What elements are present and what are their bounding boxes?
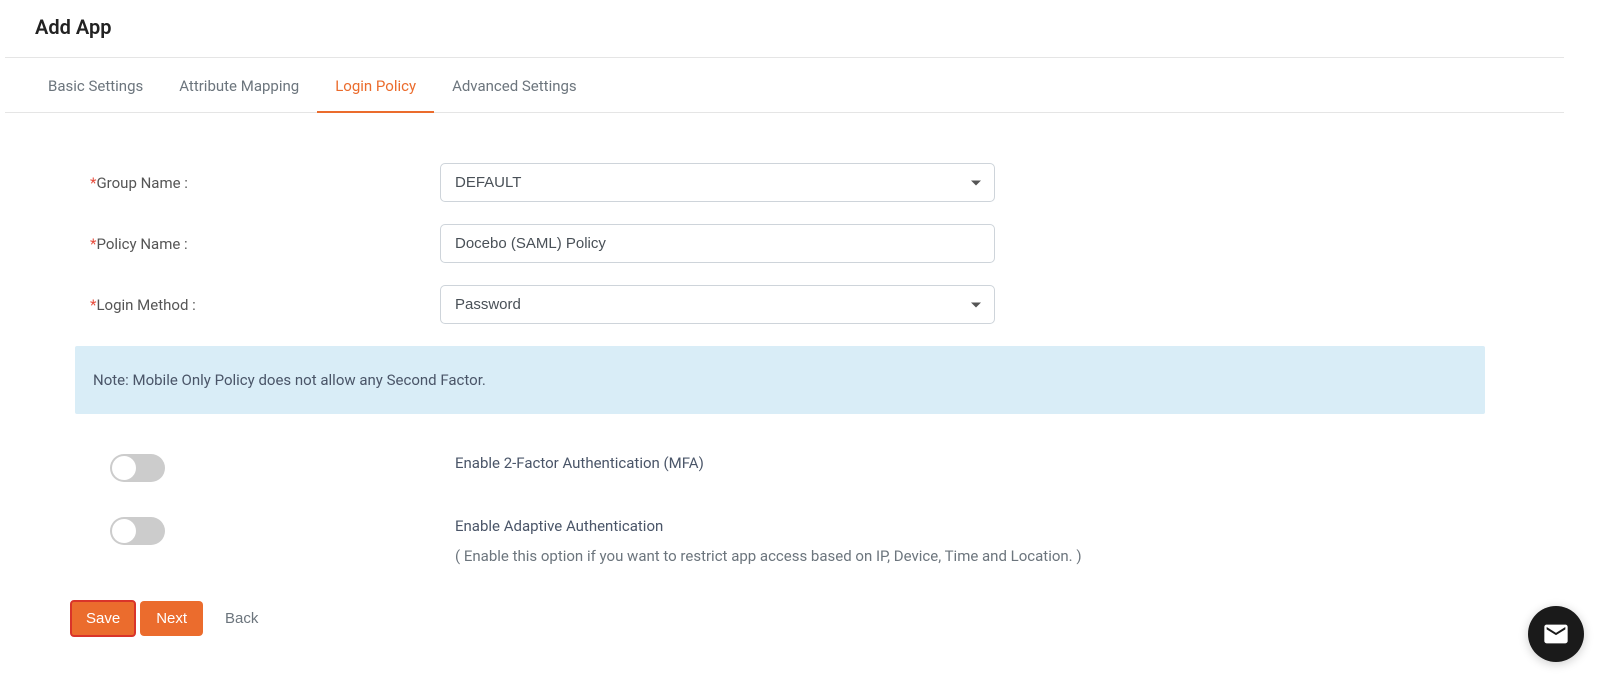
mfa-toggle[interactable] [110,454,165,482]
form-container: *Group Name : DEFAULT *Policy Name : *Lo… [0,113,1614,657]
login-method-row: *Login Method : Password [90,285,1524,324]
page-title: Add App [35,15,1534,39]
adaptive-label: Enable Adaptive Authentication [455,517,1082,535]
mfa-label-group: Enable 2-Factor Authentication (MFA) [455,454,704,472]
group-name-row: *Group Name : DEFAULT [90,163,1524,202]
tabs-container: Basic Settings Attribute Mapping Login P… [5,59,1564,113]
group-name-label: *Group Name : [90,174,440,192]
tab-basic-settings[interactable]: Basic Settings [30,59,161,113]
note-box: Note: Mobile Only Policy does not allow … [75,346,1485,414]
back-button[interactable]: Back [207,601,274,636]
mail-icon [1542,620,1570,648]
next-button[interactable]: Next [140,601,203,636]
group-name-select-wrapper: DEFAULT [440,163,995,202]
adaptive-toggle[interactable] [110,517,165,545]
adaptive-toggle-row: Enable Adaptive Authentication ( Enable … [90,517,1524,565]
adaptive-label-group: Enable Adaptive Authentication ( Enable … [455,517,1082,565]
adaptive-sublabel: ( Enable this option if you want to rest… [455,547,1082,565]
group-name-select[interactable]: DEFAULT [440,163,995,202]
chat-bubble-button[interactable] [1528,606,1584,662]
mfa-label: Enable 2-Factor Authentication (MFA) [455,454,704,472]
mfa-toggle-row: Enable 2-Factor Authentication (MFA) [90,454,1524,482]
policy-name-input[interactable] [440,224,995,263]
tab-attribute-mapping[interactable]: Attribute Mapping [161,59,317,113]
login-method-select-wrapper: Password [440,285,995,324]
tab-login-policy[interactable]: Login Policy [317,59,434,113]
page-header: Add App [5,0,1564,58]
button-row: Save Next Back [70,600,1524,637]
policy-name-label: *Policy Name : [90,235,440,253]
tab-advanced-settings[interactable]: Advanced Settings [434,59,595,113]
save-button[interactable]: Save [70,600,136,637]
login-method-select[interactable]: Password [440,285,995,324]
login-method-label: *Login Method : [90,296,440,314]
policy-name-row: *Policy Name : [90,224,1524,263]
